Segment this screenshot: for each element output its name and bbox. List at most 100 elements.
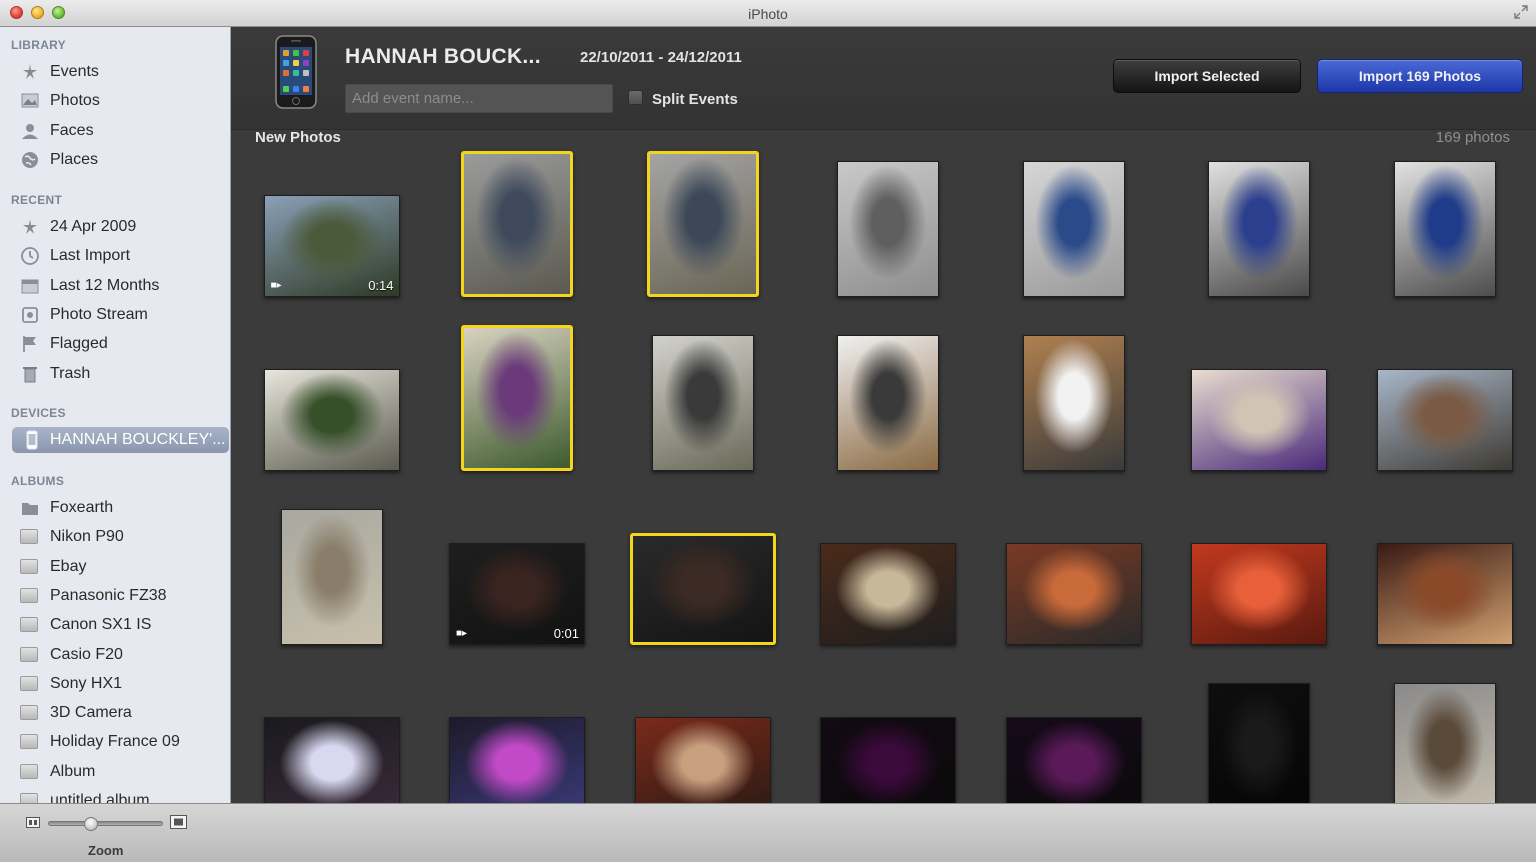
photo-cell-18 (796, 500, 981, 675)
video-duration: 0:01 (553, 626, 579, 641)
photo-thumbnail-5[interactable] (1022, 161, 1125, 297)
album-icon (20, 734, 38, 750)
album-icon (20, 646, 38, 662)
photo-cell-12 (981, 326, 1166, 501)
sidebar-item-label: Places (50, 150, 99, 168)
sidebar-heading-devices: DEVICES (11, 406, 66, 420)
photo-thumbnail-19[interactable] (1005, 543, 1142, 645)
album-icon (20, 529, 38, 545)
album-icon (20, 675, 38, 691)
photo-thumbnail-3[interactable] (646, 151, 759, 297)
section-title: New Photos (255, 129, 341, 146)
photo-thumbnail-10[interactable] (651, 335, 754, 471)
iphone-device-icon (275, 35, 317, 109)
photo-thumbnail-11[interactable] (837, 335, 939, 471)
sidebar-item-label: Panasonic FZ38 (50, 586, 167, 604)
sidebar-item-label: Canon SX1 IS (50, 616, 152, 634)
sidebar-item-ebay[interactable]: Ebay (0, 553, 230, 581)
sidebar-item-last-import[interactable]: Last Import (0, 242, 230, 270)
photo-thumbnail-18[interactable] (820, 543, 956, 645)
sidebar-item-album[interactable]: Album (0, 758, 230, 786)
photo-thumbnail-9[interactable] (461, 325, 573, 471)
photo-thumbnail-21[interactable] (1376, 543, 1513, 645)
sidebar-item-untitled-album[interactable]: untitled album (0, 787, 230, 803)
photo-thumbnail-28[interactable] (1393, 683, 1496, 803)
photo-thumbnail-17[interactable] (629, 533, 776, 645)
photo-cell-13 (1167, 326, 1352, 501)
photo-thumbnail-8[interactable] (263, 369, 400, 471)
album-icon (20, 587, 38, 603)
import-header: HANNAH BOUCK... 22/10/2011 - 24/12/2011 … (231, 27, 1536, 130)
photo-thumbnail-24[interactable] (634, 717, 771, 803)
album-icon (20, 558, 38, 574)
events-icon (23, 64, 37, 79)
sidebar-item-hannah-bouckley[interactable]: HANNAH BOUCKLEY'... (12, 427, 229, 453)
photo-thumbnail-23[interactable] (449, 717, 585, 803)
photo-cell-23 (425, 674, 610, 803)
photo-cell-19 (981, 500, 1166, 675)
photo-thumbnail-4[interactable] (837, 161, 939, 297)
fullscreen-icon[interactable] (1514, 5, 1528, 19)
video-thumbnail-1[interactable]: ■▸ 0:14 (263, 195, 400, 297)
photo-thumbnail-2[interactable] (461, 151, 573, 297)
photo-thumbnail-22[interactable] (263, 717, 400, 803)
photo-cell-5 (981, 152, 1166, 327)
sidebar-item-24-apr-2009[interactable]: 24 Apr 2009 (0, 213, 230, 241)
photo-cell-17 (610, 500, 795, 675)
sidebar-item-label: Foxearth (50, 499, 114, 516)
sidebar-item-label: 24 Apr 2009 (50, 218, 137, 235)
sidebar-item-last-12-months[interactable]: Last 12 Months (0, 272, 230, 300)
zoom-out-icon[interactable] (26, 817, 40, 828)
zoom-in-icon[interactable] (170, 815, 187, 829)
sidebar-item-canon-sx1-is[interactable]: Canon SX1 IS (0, 611, 230, 639)
sidebar-item-nikon-p90[interactable]: Nikon P90 (0, 523, 230, 551)
photo-thumbnail-6[interactable] (1208, 161, 1310, 297)
photo-grid: ■▸ 0:14 ■▸ 0:01 (231, 151, 1536, 803)
sidebar-item-places[interactable]: Places (0, 146, 230, 174)
sidebar-item-label: Photos (50, 92, 100, 110)
photo-thumbnail-12[interactable] (1022, 335, 1125, 471)
calendar-icon (21, 279, 39, 294)
photo-cell-7 (1352, 152, 1536, 327)
sidebar-item-label: Last Import (50, 247, 131, 265)
sidebar-item-panasonic-fz38[interactable]: Panasonic FZ38 (0, 582, 230, 610)
zoom-slider[interactable] (48, 817, 163, 831)
import-all-photos-button[interactable]: Import 169 Photos (1317, 59, 1523, 93)
photo-cell-2 (425, 151, 610, 327)
photo-thumbnail-27[interactable] (1208, 683, 1310, 803)
photo-thumbnail-25[interactable] (820, 717, 956, 803)
photo-thumbnail-13[interactable] (1191, 369, 1327, 471)
sidebar-item-casio-f20[interactable]: Casio F20 (0, 641, 230, 669)
import-selected-button[interactable]: Import Selected (1113, 59, 1301, 93)
sidebar-item-photos[interactable]: Photos (0, 87, 230, 115)
photo-thumbnail-7[interactable] (1393, 161, 1496, 297)
sidebar-item-faces[interactable]: Faces (0, 117, 230, 145)
photo-cell-1: ■▸ 0:14 (239, 152, 424, 327)
sidebar: LIBRARY Events Photos Faces Places RECENT 24 A… (0, 27, 231, 803)
sidebar-item-trash[interactable]: Trash (0, 360, 230, 388)
sidebar-item-flagged[interactable]: Flagged (0, 330, 230, 358)
sidebar-item-events[interactable]: Events (0, 58, 230, 86)
photo-thumbnail-20[interactable] (1191, 543, 1327, 645)
photo-cell-11 (796, 326, 981, 501)
photo-cell-6 (1167, 152, 1352, 327)
sidebar-item-sony-hx1[interactable]: Sony HX1 (0, 670, 230, 698)
split-events-label: Split Events (652, 91, 738, 108)
sidebar-heading-recent: RECENT (11, 193, 63, 207)
photo-thumbnail-15[interactable] (280, 509, 383, 645)
sidebar-item-foxearth[interactable]: Foxearth (0, 494, 230, 522)
places-icon (22, 151, 38, 168)
photo-thumbnail-26[interactable] (1005, 717, 1142, 803)
sidebar-item-holiday-france-09[interactable]: Holiday France 09 (0, 728, 230, 756)
photo-thumbnail-14[interactable] (1376, 369, 1513, 471)
clock-icon (21, 247, 39, 266)
zoom-slider-thumb[interactable] (84, 817, 99, 831)
photo-cell-20 (1167, 500, 1352, 675)
bottom-toolbar: Zoom (0, 803, 1536, 862)
event-name-input[interactable] (345, 84, 613, 113)
split-events-checkbox[interactable] (628, 90, 643, 105)
sidebar-item-3d-camera[interactable]: 3D Camera (0, 699, 230, 727)
sidebar-heading-library: LIBRARY (11, 38, 66, 52)
sidebar-item-photo-stream[interactable]: Photo Stream (0, 301, 230, 329)
video-thumbnail-16[interactable]: ■▸ 0:01 (449, 543, 585, 645)
